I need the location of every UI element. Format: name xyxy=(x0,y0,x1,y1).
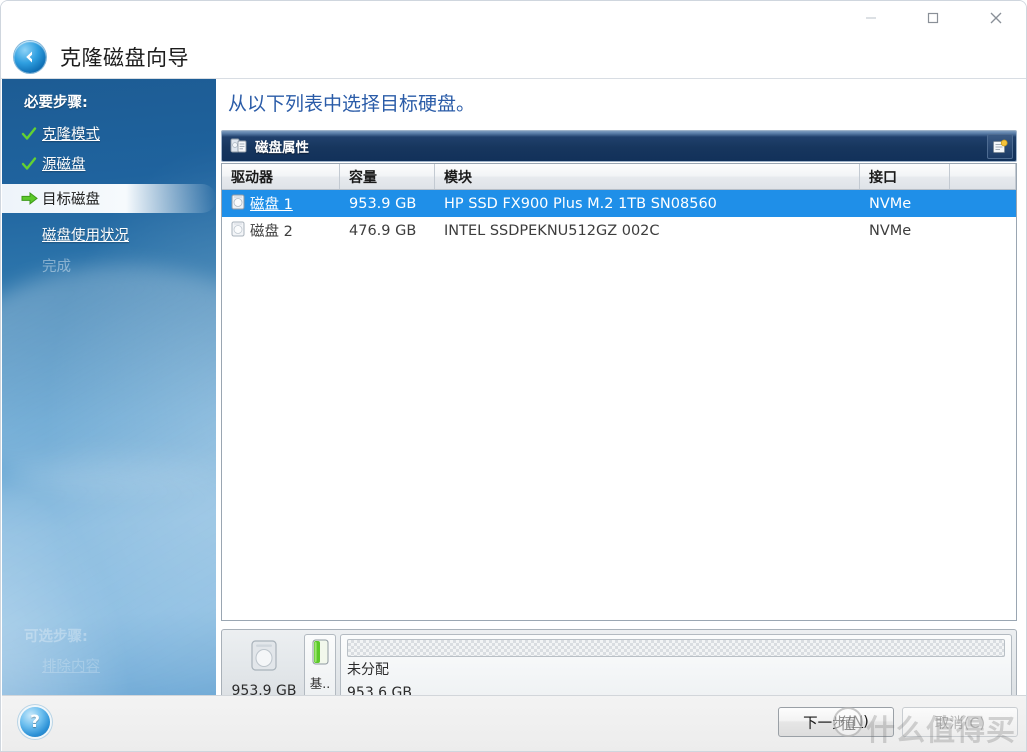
sidebar-item-target-disk[interactable]: 目标磁盘 xyxy=(2,184,216,213)
main-content: 从以下列表中选择目标硬盘。 磁盘属性 驱动器 容量 模块 接口 磁盘 1 953… xyxy=(216,79,1026,741)
column-header-model[interactable]: 模块 xyxy=(435,164,860,189)
table-row[interactable]: 磁盘 2 476.9 GB INTEL SSDPEKNU512GZ 002C N… xyxy=(222,217,1016,244)
next-button-suffix: ) xyxy=(863,714,869,730)
disk-table: 驱动器 容量 模块 接口 磁盘 1 953.9 GB HP SSD FX900 … xyxy=(221,163,1017,621)
cell-interface: NVMe xyxy=(869,195,912,212)
wizard-header: 克隆磁盘向导 xyxy=(1,35,1026,79)
disk-properties-icon xyxy=(230,137,248,155)
disk-map-device: 953.9 GB xyxy=(226,634,302,704)
titlebar xyxy=(1,1,1026,35)
column-header-drive[interactable]: 驱动器 xyxy=(222,164,340,189)
disk-map-basic-label: 基.. xyxy=(309,676,331,691)
disk-map-partition[interactable]: 未分配 953.6 GB xyxy=(340,634,1012,704)
disk-icon xyxy=(231,194,245,214)
table-header-row: 驱动器 容量 模块 接口 xyxy=(222,164,1016,190)
footer: ? 下一步(N) 取消(C) xyxy=(2,695,1026,751)
clone-disk-wizard-window: 克隆磁盘向导 必要步骤: 克隆模式 源磁盘 目标磁盘 磁盘使用状况 完成 可选步… xyxy=(0,0,1027,752)
cancel-button[interactable]: 取消(C) xyxy=(902,707,1018,737)
check-icon xyxy=(16,156,42,172)
disk-map-partition-bar xyxy=(347,639,1005,657)
sidebar-item-exclude-contents[interactable]: 排除内容 xyxy=(2,651,216,680)
next-button[interactable]: 下一步(N) xyxy=(778,707,894,737)
back-arrow-icon[interactable] xyxy=(14,41,46,73)
sidebar-item-label: 源磁盘 xyxy=(42,157,86,173)
disk-map-basic-block: 基.. xyxy=(304,634,336,704)
sidebar-required-heading: 必要步骤: xyxy=(24,95,88,111)
sidebar-item-clone-mode[interactable]: 克隆模式 xyxy=(2,119,216,148)
close-icon[interactable] xyxy=(964,1,1026,35)
help-icon[interactable]: ? xyxy=(20,707,50,737)
cell-model: HP SSD FX900 Plus M.2 1TB SN08560 xyxy=(444,195,717,212)
hdd-icon xyxy=(247,639,281,681)
sidebar-item-label: 克隆模式 xyxy=(42,127,100,143)
maximize-icon[interactable] xyxy=(902,1,964,35)
sidebar-optional-heading: 可选步骤: xyxy=(24,629,88,645)
disk-icon xyxy=(231,221,245,241)
table-row[interactable]: 磁盘 1 953.9 GB HP SSD FX900 Plus M.2 1TB … xyxy=(222,190,1016,217)
cell-interface: NVMe xyxy=(869,222,912,239)
check-icon xyxy=(16,126,42,142)
sidebar-item-finish: 完成 xyxy=(2,251,216,280)
disk-map-partition-name: 未分配 xyxy=(347,662,389,678)
minimize-icon[interactable] xyxy=(840,1,902,35)
window-controls xyxy=(840,1,1026,35)
cell-extra xyxy=(950,190,1016,217)
column-header-extra[interactable] xyxy=(950,164,1016,189)
arrow-icon xyxy=(16,191,42,206)
disk-properties-toolbar: 磁盘属性 xyxy=(221,130,1017,162)
toolbar-label: 磁盘属性 xyxy=(255,140,309,156)
partition-green-icon xyxy=(312,639,329,670)
next-button-prefix: 下一步( xyxy=(803,715,853,732)
sidebar-item-disk-usage[interactable]: 磁盘使用状况 xyxy=(2,220,216,249)
sidebar-item-source-disk[interactable]: 源磁盘 xyxy=(2,149,216,178)
column-header-capacity[interactable]: 容量 xyxy=(340,164,435,189)
content-heading: 从以下列表中选择目标硬盘。 xyxy=(228,93,476,115)
cell-drive-label: 磁盘 2 xyxy=(250,224,293,240)
sidebar-item-label: 目标磁盘 xyxy=(42,192,100,208)
cell-extra xyxy=(950,217,1016,244)
note-icon[interactable] xyxy=(987,134,1013,159)
cell-capacity: 476.9 GB xyxy=(349,222,417,239)
cell-drive: 磁盘 2 xyxy=(222,217,340,244)
sidebar-item-label: 排除内容 xyxy=(42,659,100,675)
cell-capacity: 953.9 GB xyxy=(349,195,417,212)
cell-drive-label: 磁盘 1 xyxy=(250,197,293,213)
cell-model: INTEL SSDPEKNU512GZ 002C xyxy=(444,222,660,239)
sidebar-item-label: 磁盘使用状况 xyxy=(42,228,129,244)
sidebar-item-label: 完成 xyxy=(42,259,71,275)
page-title: 克隆磁盘向导 xyxy=(60,46,189,70)
wizard-sidebar: 必要步骤: 克隆模式 源磁盘 目标磁盘 磁盘使用状况 完成 可选步骤: 排除内容 xyxy=(2,79,216,695)
cell-drive: 磁盘 1 xyxy=(222,190,340,217)
next-button-key: N xyxy=(852,714,864,730)
column-header-interface[interactable]: 接口 xyxy=(860,164,950,189)
